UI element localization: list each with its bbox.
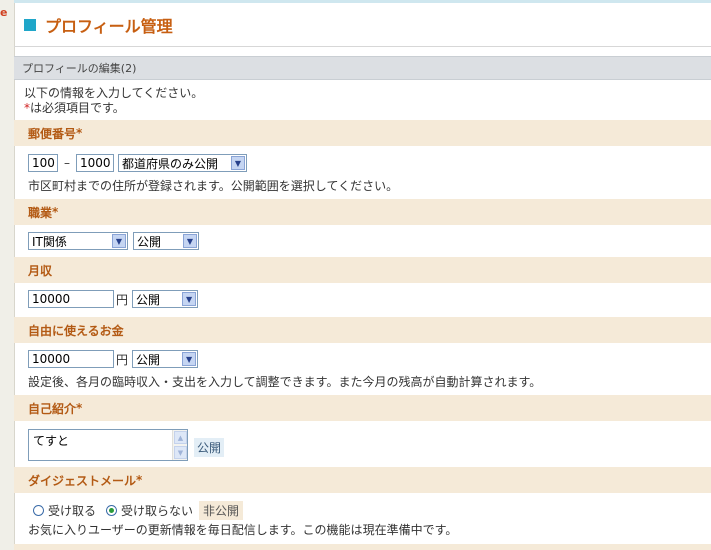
window-left-edge: e [0, 0, 15, 550]
chevron-down-icon[interactable]: ▼ [182, 352, 197, 366]
postal-visibility-value: 都道府県のみ公開 [122, 156, 219, 171]
digest-receive-label[interactable]: 受け取る [48, 502, 96, 519]
spending-note: 設定後、各月の臨時収入・支出を入力して調整できます。また今月の残高が自動計算され… [28, 375, 542, 389]
job-label: 職業 [28, 205, 53, 220]
job-row: IT関係 ▼ 公開 ▼ [28, 232, 199, 250]
digest-note: お気に入りユーザーの更新情報を毎日配信します。この機能は現在準備中です。 [28, 523, 458, 537]
spending-label: 自由に使えるお金 [28, 323, 124, 338]
self-intro-textarea[interactable]: てすと ▲ ▼ [28, 429, 188, 461]
field-label-job: 職業 * [14, 199, 711, 225]
job-visibility-value: 公開 [137, 234, 162, 249]
spending-visibility-value: 公開 [136, 352, 161, 367]
digest-visibility-badge: 非公開 [199, 501, 244, 520]
chevron-down-icon[interactable]: ▼ [182, 292, 197, 306]
intro-line-1: 以下の情報を入力してください。 [24, 86, 204, 100]
intro-line-2: *は必須項目です。 [24, 101, 203, 116]
postal-visibility-select[interactable]: 都道府県のみ公開 ▼ [118, 154, 247, 172]
income-label: 月収 [28, 263, 53, 278]
section-header: プロフィールの編集(2) [14, 56, 711, 80]
job-select[interactable]: IT関係 ▼ [28, 232, 128, 250]
postal-code-part1-input[interactable]: 100 [28, 154, 58, 172]
self-intro-required-mark: * [76, 401, 83, 415]
digest-required-mark: * [136, 473, 143, 487]
scroll-up-icon[interactable]: ▲ [174, 431, 187, 444]
field-label-postal: 郵便番号 * [14, 120, 711, 146]
field-label-self-intro: 自己紹介 * [14, 395, 711, 421]
self-intro-row: てすと ▲ ▼ 公開 [28, 429, 225, 461]
chevron-down-icon[interactable]: ▼ [231, 156, 245, 170]
digest-not-receive-label[interactable]: 受け取らない [121, 502, 193, 519]
postal-note: 市区町村までの住所が登録されます。公開範囲を選択してください。 [28, 179, 399, 193]
field-label-income: 月収 [14, 257, 711, 283]
intro-line-2-text: は必須項目です。 [30, 101, 125, 115]
top-accent-line [14, 0, 711, 3]
postal-row: 100 – 1000 都道府県のみ公開 ▼ [28, 154, 247, 172]
field-label-spending: 自由に使えるお金 [14, 317, 711, 343]
chevron-down-icon[interactable]: ▼ [183, 234, 197, 248]
income-row: 10000 円 公開 ▼ [28, 290, 199, 308]
self-intro-label: 自己紹介 [28, 401, 77, 416]
self-intro-value: てすと [33, 434, 70, 448]
spending-unit: 円 [116, 352, 129, 367]
spending-input[interactable]: 10000 [28, 350, 114, 368]
self-intro-visibility-badge: 公開 [194, 438, 225, 457]
edge-icon: e [0, 6, 8, 19]
square-bullet-icon [24, 19, 36, 31]
page-header: プロフィール管理 [24, 12, 173, 38]
spending-row: 10000 円 公開 ▼ [28, 350, 199, 368]
spending-visibility-select[interactable]: 公開 ▼ [132, 350, 199, 368]
postal-code-part2-input[interactable]: 1000 [76, 154, 114, 172]
job-visibility-select[interactable]: 公開 ▼ [133, 232, 199, 250]
postal-required-mark: * [76, 126, 83, 140]
income-visibility-select[interactable]: 公開 ▼ [132, 290, 199, 308]
next-field-bar [14, 544, 711, 550]
income-input[interactable]: 10000 [28, 290, 114, 308]
intro-text: 以下の情報を入力してください。 *は必須項目です。 [24, 86, 203, 116]
job-value: IT関係 [32, 234, 67, 249]
digest-row: 受け取る 受け取らない 非公開 [33, 501, 244, 520]
chevron-down-icon[interactable]: ▼ [112, 234, 126, 248]
job-required-mark: * [52, 205, 59, 219]
page-title: プロフィール管理 [45, 17, 173, 36]
income-visibility-value: 公開 [136, 292, 161, 307]
postal-separator: – [64, 156, 70, 170]
digest-radio-not-receive[interactable] [106, 505, 118, 516]
scroll-down-icon[interactable]: ▼ [174, 446, 187, 459]
title-divider [14, 46, 711, 47]
field-label-digest: ダイジェストメール * [14, 467, 711, 493]
textarea-scrollbar[interactable]: ▲ ▼ [172, 430, 187, 460]
digest-radio-receive[interactable] [33, 505, 44, 516]
postal-label: 郵便番号 [28, 126, 77, 141]
digest-label: ダイジェストメール [28, 473, 137, 488]
income-unit: 円 [116, 292, 129, 307]
